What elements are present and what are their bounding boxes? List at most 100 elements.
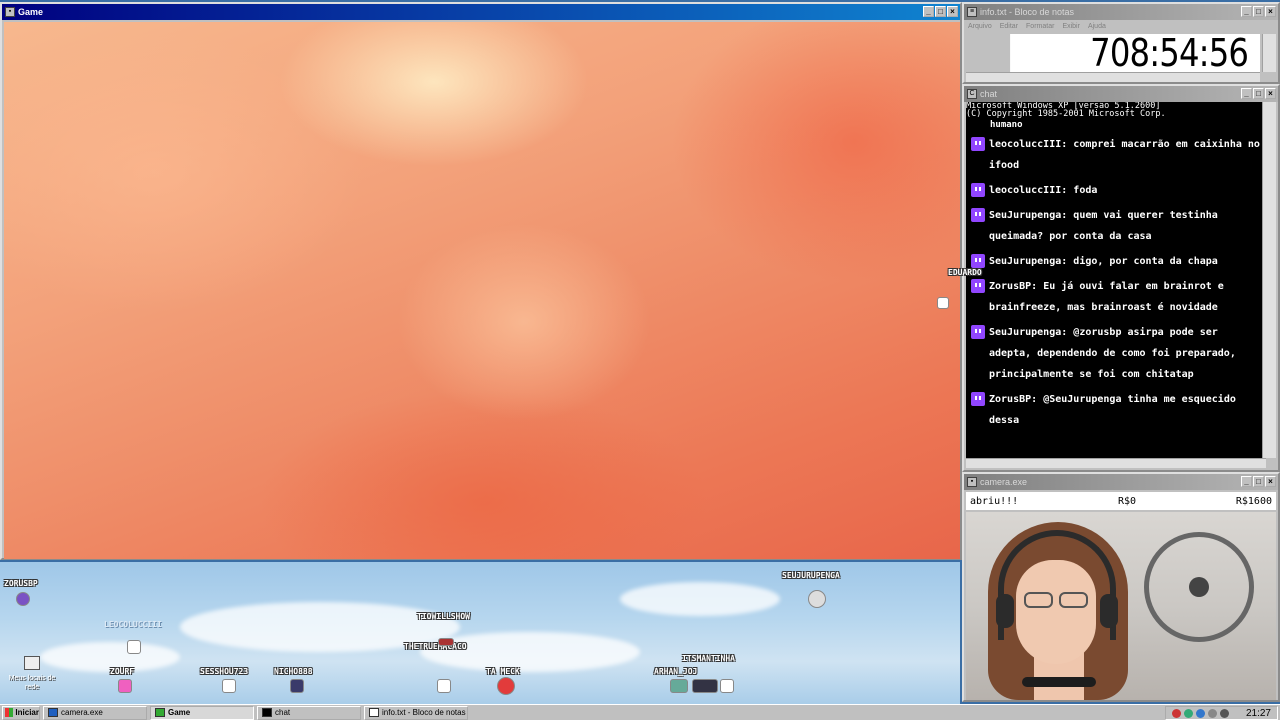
chat-window[interactable]: C chat _ □ × Microsoft Windows XP [versã… <box>962 84 1280 472</box>
stream-avatar <box>937 297 949 309</box>
twitch-icon <box>971 183 985 197</box>
stream-avatar <box>127 640 141 654</box>
chat-horizontal-scrollbar[interactable] <box>966 458 1266 468</box>
close-button[interactable]: × <box>1265 476 1276 487</box>
twitch-icon <box>971 254 985 268</box>
taskbar-item-game[interactable]: Game <box>150 705 254 720</box>
notepad-title: info.txt - Bloco de notas <box>980 7 1075 17</box>
chat-message: leocoluccIII: comprei macarrão em caixin… <box>966 132 1266 178</box>
taskbar: Iniciar camera.exe Game chat info.txt - … <box>0 704 1280 720</box>
stream-avatar <box>290 679 304 693</box>
stream-avatar <box>438 638 454 646</box>
menu-exibir[interactable]: Exibir <box>1062 23 1080 30</box>
tray-bluetooth-icon[interactable] <box>1195 708 1205 718</box>
notepad-window[interactable]: ≡ info.txt - Bloco de notas _ □ × Arquiv… <box>962 2 1280 84</box>
chat-message: ZorusBP: @SeuJurupenga tinha me esquecid… <box>966 387 1266 433</box>
camera-window[interactable]: ▪ camera.exe _ □ × abriu!!! R$0 R$1600 <box>962 472 1280 702</box>
tray-display-icon[interactable] <box>1219 708 1229 718</box>
notepad-icon: ≡ <box>967 7 977 17</box>
chat-message: SeuJurupenga: quem vai querer testinha q… <box>966 203 1266 249</box>
chat-username: SeuJurupenga <box>989 327 1062 338</box>
twitch-icon <box>971 279 985 293</box>
tray-volume-icon[interactable] <box>1207 708 1217 718</box>
console-icon <box>262 708 272 717</box>
minimize-button[interactable]: _ <box>1241 88 1252 99</box>
tray-network-icon[interactable] <box>1183 708 1193 718</box>
goal-current: R$0 <box>1117 495 1137 507</box>
stream-nick: THETRUEMACACO <box>404 642 467 651</box>
stream-nick: ARHAN_JOJ <box>654 667 698 676</box>
game-titlebar[interactable]: ▪ Game _ □ × <box>2 4 960 20</box>
taskbar-clock[interactable]: 21:27 <box>1246 708 1271 719</box>
camera-titlebar[interactable]: ▪ camera.exe _ □ × <box>964 474 1278 490</box>
minimize-button[interactable]: _ <box>1241 476 1252 487</box>
maximize-button[interactable]: □ <box>1253 6 1264 17</box>
close-button[interactable]: × <box>1265 6 1276 17</box>
menu-editar[interactable]: Editar <box>1000 23 1018 30</box>
stream-nick: ZORUSBP <box>4 579 38 588</box>
notepad-text-area[interactable]: 708:54:56 <box>1010 34 1260 72</box>
headset-earcup <box>996 594 1014 628</box>
menu-formatar[interactable]: Formatar <box>1026 23 1054 30</box>
maximize-button[interactable]: □ <box>1253 476 1264 487</box>
desktop-icon-label: Meus locais de rede <box>8 675 56 691</box>
stream-nick: SESSHOU723 <box>200 667 249 676</box>
tray-shield-icon[interactable] <box>1171 708 1181 718</box>
stream-avatar <box>437 679 451 693</box>
notepad-icon <box>369 708 379 717</box>
stream-avatar <box>222 679 236 693</box>
stream-nick: NICHO888 <box>274 667 313 676</box>
stream-avatar <box>497 677 515 695</box>
goal-label: abriu!!! <box>970 495 1019 507</box>
chat-username: SeuJurupenga <box>989 256 1062 267</box>
maximize-button[interactable]: □ <box>1253 88 1264 99</box>
menu-ajuda[interactable]: Ajuda <box>1088 23 1106 30</box>
webcam-feed <box>966 512 1276 700</box>
camera-app-icon: ▪ <box>967 477 977 487</box>
chat-message: SeuJurupenga: digo, por conta da chapa <box>966 249 1266 274</box>
stream-nick: SEUJURUPENGA <box>782 571 840 580</box>
stream-nick: TIOWILLSHOW <box>417 612 470 621</box>
game-app-icon <box>155 708 165 717</box>
stream-nick: EDUARDO <box>948 268 982 277</box>
taskbar-item-label: chat <box>275 708 291 717</box>
camera-app-icon <box>48 708 58 717</box>
stream-avatar-area: ZORUSBP LEOCOLUCCIII ZOURF SESSHOU723 NI… <box>0 562 960 704</box>
notepad-horizontal-scrollbar[interactable] <box>966 72 1260 82</box>
stream-nick: ZOURF <box>110 667 135 676</box>
minimize-button[interactable]: _ <box>923 6 934 17</box>
chat-vertical-scrollbar[interactable] <box>1262 102 1276 458</box>
game-window[interactable]: ▪ Game _ □ × <box>0 2 962 560</box>
stream-avatar <box>808 590 826 608</box>
windows-logo-icon <box>5 708 14 717</box>
taskbar-item-camera[interactable]: camera.exe <box>43 705 147 720</box>
maximize-button[interactable]: □ <box>935 6 946 17</box>
stream-nick: TA MECK <box>486 667 520 676</box>
headset-earcup <box>1100 594 1118 628</box>
chat-title: chat <box>980 89 998 99</box>
notepad-titlebar[interactable]: ≡ info.txt - Bloco de notas _ □ × <box>964 4 1278 20</box>
start-label: Iniciar <box>15 708 39 717</box>
close-button[interactable]: × <box>947 6 958 17</box>
taskbar-item-notepad[interactable]: info.txt - Bloco de notas <box>364 705 468 720</box>
minimize-button[interactable]: _ <box>1241 6 1252 17</box>
chat-console: Microsoft Windows XP [versão 5.1.2600] (… <box>966 102 1266 458</box>
game-viewport[interactable] <box>4 22 960 559</box>
chat-text: digo, por conta da chapa <box>1073 256 1218 267</box>
close-button[interactable]: × <box>1265 88 1276 99</box>
taskbar-item-label: info.txt - Bloco de notas <box>382 708 466 717</box>
stream-avatar <box>720 679 734 693</box>
menu-arquivo[interactable]: Arquivo <box>968 23 992 30</box>
start-button[interactable]: Iniciar <box>2 705 40 720</box>
console-system-line: (C) Copyright 1985-2001 Microsoft Corp. <box>966 109 1166 119</box>
chat-partial-line: humano <box>990 120 1023 130</box>
network-places-icon[interactable] <box>24 656 40 670</box>
donation-goal-bar: abriu!!! R$0 R$1600 <box>966 492 1276 510</box>
chat-titlebar[interactable]: C chat _ □ × <box>964 86 1278 102</box>
taskbar-item-chat[interactable]: chat <box>257 705 361 720</box>
stream-nick: ITSMANTINHA <box>682 654 735 663</box>
chat-username: SeuJurupenga <box>989 210 1062 221</box>
chat-username: leocoluccIII <box>989 185 1062 196</box>
chat-username: ZorusBP <box>989 281 1032 292</box>
notepad-vertical-scrollbar[interactable] <box>1262 34 1276 72</box>
